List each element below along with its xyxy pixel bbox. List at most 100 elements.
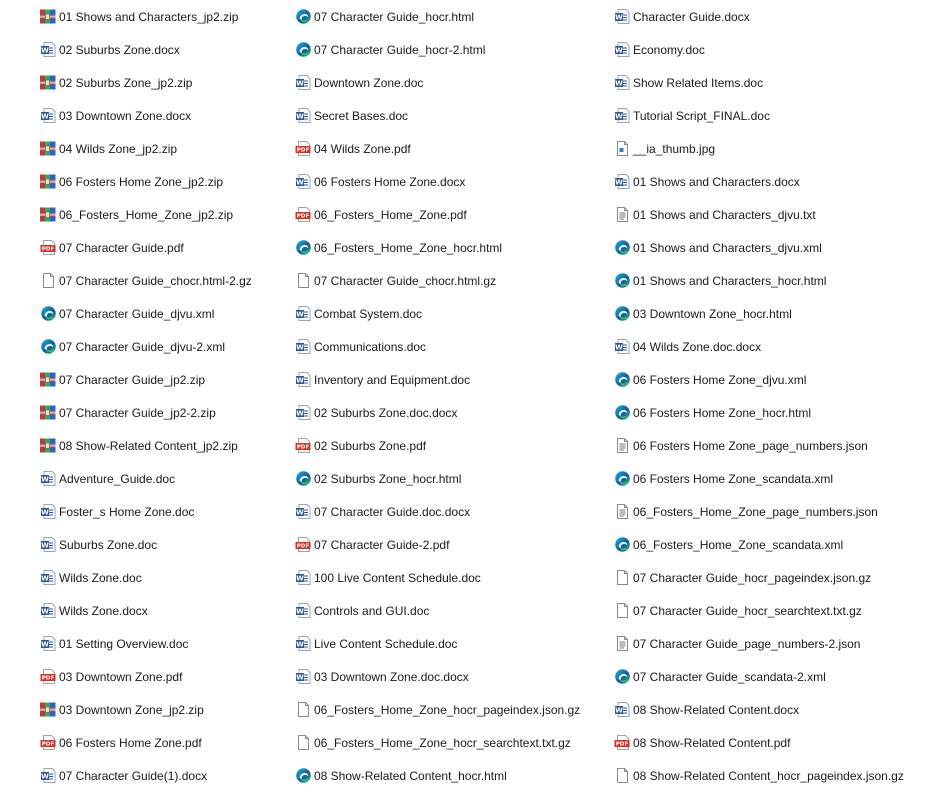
svg-text:W: W — [296, 311, 304, 319]
file-item[interactable]: 07 Character Guide_hocr-2.html — [294, 33, 604, 66]
file-item[interactable]: W 08 Show-Related Content.docx — [613, 693, 923, 726]
file-item[interactable]: 07 Character Guide_djvu-2.xml — [39, 330, 284, 363]
file-item[interactable]: 01 Shows and Characters_djvu.xml — [613, 231, 923, 264]
file-item[interactable]: 06 Fosters Home Zone_hocr.html — [613, 396, 923, 429]
file-name-label: 02 Suburbs Zone.docx — [59, 42, 180, 57]
file-item[interactable]: 07 Character Guide_hocr_pageindex.json.g… — [613, 561, 923, 594]
word-document-icon: W — [39, 635, 57, 653]
svg-text:W: W — [296, 575, 304, 583]
file-item[interactable]: W Adventure_Guide.doc — [39, 462, 284, 495]
file-item[interactable]: 06_Fosters_Home_Zone_hocr_pageindex.json… — [294, 693, 604, 726]
file-item[interactable]: 06_Fosters_Home_Zone_hocr_searchtext.txt… — [294, 726, 604, 759]
file-item[interactable]: PDF 06_Fosters_Home_Zone.pdf — [294, 198, 604, 231]
file-item[interactable]: 02 Suburbs Zone_hocr.html — [294, 462, 604, 495]
file-item[interactable]: W 03 Downtown Zone.docx — [39, 99, 284, 132]
file-name-label: Economy.doc — [633, 42, 705, 57]
file-item[interactable]: W Controls and GUI.doc — [294, 594, 604, 627]
file-item[interactable]: PDF 06 Fosters Home Zone.pdf — [39, 726, 284, 759]
file-item[interactable]: 07 Character Guide_jp2.zip — [39, 363, 284, 396]
file-item[interactable]: 06_Fosters_Home_Zone_hocr.html — [294, 231, 604, 264]
word-document-icon: W — [294, 404, 312, 422]
file-item[interactable]: 07 Character Guide_hocr_searchtext.txt.g… — [613, 594, 923, 627]
file-item[interactable]: 01 Shows and Characters_djvu.txt — [613, 198, 923, 231]
edge-browser-icon — [294, 41, 312, 59]
file-item[interactable]: 06 Fosters Home Zone_page_numbers.json — [613, 429, 923, 462]
file-item[interactable]: W Suburbs Zone.doc — [39, 528, 284, 561]
pdf-document-icon: PDF — [294, 206, 312, 224]
file-item[interactable]: W Secret Bases.doc — [294, 99, 604, 132]
file-item[interactable]: 04 Wilds Zone_jp2.zip — [39, 132, 284, 165]
file-item[interactable]: 08 Show-Related Content_jp2.zip — [39, 429, 284, 462]
file-item[interactable]: 07 Character Guide_hocr.html — [294, 0, 604, 33]
file-item[interactable]: W Show Related Items.doc — [613, 66, 923, 99]
file-name-label: 07 Character Guide_jp2-2.zip — [59, 405, 216, 420]
file-item[interactable]: W Live Content Schedule.doc — [294, 627, 604, 660]
file-item[interactable]: W Wilds Zone.doc — [39, 561, 284, 594]
file-name-label: 04 Wilds Zone_jp2.zip — [59, 141, 178, 156]
svg-text:W: W — [41, 575, 49, 583]
file-item[interactable]: 08 Show-Related Content_hocr_pageindex.j… — [613, 759, 923, 792]
file-item[interactable]: W Communications.doc — [294, 330, 604, 363]
file-item[interactable]: 07 Character Guide_page_numbers-2.json — [613, 627, 923, 660]
file-item[interactable]: W 02 Suburbs Zone.doc.docx — [294, 396, 604, 429]
file-item[interactable]: 07 Character Guide_scandata-2.xml — [613, 660, 923, 693]
file-item[interactable]: W Combat System.doc — [294, 297, 604, 330]
file-name-label: 01 Shows and Characters.docx — [633, 174, 800, 189]
word-document-icon: W — [39, 470, 57, 488]
file-item[interactable]: W Downtown Zone.doc — [294, 66, 604, 99]
word-document-icon: W — [39, 503, 57, 521]
word-document-icon: W — [294, 74, 312, 92]
file-item[interactable]: W 07 Character Guide.doc.docx — [294, 495, 604, 528]
file-item[interactable]: W 01 Shows and Characters.docx — [613, 165, 923, 198]
svg-text:W: W — [41, 47, 49, 55]
file-name-label: Adventure_Guide.doc — [59, 471, 176, 486]
file-item[interactable]: W Foster_s Home Zone.doc — [39, 495, 284, 528]
file-name-label: 04 Wilds Zone.doc.docx — [633, 339, 762, 354]
file-column-3: W Character Guide.docx W Economy.doc W S… — [613, 0, 923, 792]
file-name-label: 07 Character Guide_jp2.zip — [59, 372, 206, 387]
file-item[interactable]: PDF 07 Character Guide.pdf — [39, 231, 284, 264]
file-item[interactable]: 02 Suburbs Zone_jp2.zip — [39, 66, 284, 99]
image-file-icon — [613, 140, 631, 158]
file-item[interactable]: 06_Fosters_Home_Zone_scandata.xml — [613, 528, 923, 561]
file-item[interactable]: 07 Character Guide_chocr.html-2.gz — [39, 264, 284, 297]
file-item[interactable]: W 06 Fosters Home Zone.docx — [294, 165, 604, 198]
file-item[interactable]: PDF 02 Suburbs Zone.pdf — [294, 429, 604, 462]
file-item[interactable]: PDF 04 Wilds Zone.pdf — [294, 132, 604, 165]
file-item[interactable]: W 01 Setting Overview.doc — [39, 627, 284, 660]
file-item[interactable]: W 07 Character Guide(1).docx — [39, 759, 284, 792]
file-item[interactable]: 06_Fosters_Home_Zone_jp2.zip — [39, 198, 284, 231]
edge-browser-icon — [613, 536, 631, 554]
file-item[interactable]: 07 Character Guide_djvu.xml — [39, 297, 284, 330]
file-item[interactable]: 03 Downtown Zone_hocr.html — [613, 297, 923, 330]
file-item[interactable]: W 100 Live Content Schedule.doc — [294, 561, 604, 594]
file-item[interactable]: 01 Shows and Characters_hocr.html — [613, 264, 923, 297]
file-item[interactable]: 06_Fosters_Home_Zone_page_numbers.json — [613, 495, 923, 528]
file-item[interactable]: PDF 07 Character Guide-2.pdf — [294, 528, 604, 561]
file-item[interactable]: 06 Fosters Home Zone_jp2.zip — [39, 165, 284, 198]
file-item[interactable]: 07 Character Guide_jp2-2.zip — [39, 396, 284, 429]
file-item[interactable]: W 02 Suburbs Zone.docx — [39, 33, 284, 66]
file-name-label: Secret Bases.doc — [314, 108, 409, 123]
file-item[interactable]: __ia_thumb.jpg — [613, 132, 923, 165]
pdf-document-icon: PDF — [39, 239, 57, 257]
file-item[interactable]: W Wilds Zone.docx — [39, 594, 284, 627]
file-item[interactable]: W Inventory and Equipment.doc — [294, 363, 604, 396]
file-item[interactable]: W Tutorial Script_FINAL.doc — [613, 99, 923, 132]
file-item[interactable]: W Character Guide.docx — [613, 0, 923, 33]
file-item[interactable]: 01 Shows and Characters_jp2.zip — [39, 0, 284, 33]
file-item[interactable]: W Economy.doc — [613, 33, 923, 66]
file-item[interactable]: W 03 Downtown Zone.doc.docx — [294, 660, 604, 693]
pdf-document-icon: PDF — [613, 734, 631, 752]
file-item[interactable]: PDF 08 Show-Related Content.pdf — [613, 726, 923, 759]
file-item[interactable]: 03 Downtown Zone_jp2.zip — [39, 693, 284, 726]
blank-file-icon — [294, 734, 312, 752]
file-item[interactable]: 08 Show-Related Content_hocr.html — [294, 759, 604, 792]
file-item[interactable]: 06 Fosters Home Zone_djvu.xml — [613, 363, 923, 396]
svg-text:PDF: PDF — [296, 148, 309, 154]
file-item[interactable]: PDF 03 Downtown Zone.pdf — [39, 660, 284, 693]
file-item[interactable]: 07 Character Guide_chocr.html.gz — [294, 264, 604, 297]
svg-text:W: W — [615, 80, 623, 88]
file-item[interactable]: W 04 Wilds Zone.doc.docx — [613, 330, 923, 363]
file-item[interactable]: 06 Fosters Home Zone_scandata.xml — [613, 462, 923, 495]
